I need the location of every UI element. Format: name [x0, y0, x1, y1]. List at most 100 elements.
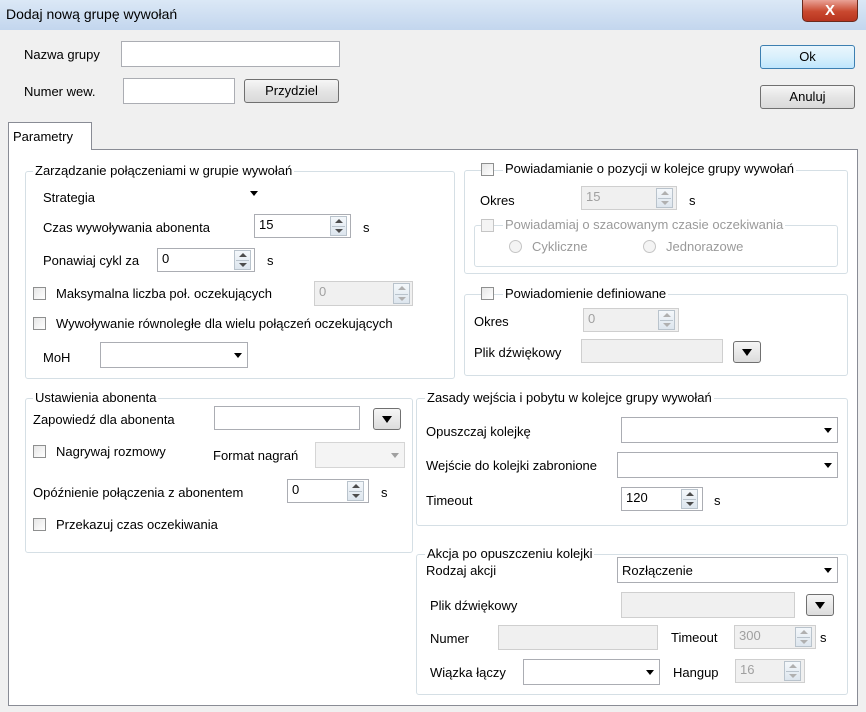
pass-wait-label: Przekazuj czas oczekiwania	[56, 517, 218, 532]
ring-time-unit: s	[363, 220, 370, 235]
strategy-label: Strategia	[43, 190, 96, 205]
after-sound-button[interactable]	[806, 594, 834, 616]
spin-down-icon	[800, 640, 808, 644]
strategy-select[interactable]	[115, 184, 263, 208]
ext-number-label: Numer wew.	[24, 84, 96, 99]
after-sound-input[interactable]	[621, 592, 795, 618]
ring-time-spinner[interactable]	[330, 216, 347, 236]
call-management-legend: Zarządzanie połączeniami w grupie wywoła…	[33, 163, 295, 178]
announce-input[interactable]	[214, 406, 360, 430]
tab-parameters[interactable]: Parametry	[8, 122, 92, 150]
spin-down-icon	[686, 502, 694, 506]
cancel-button[interactable]: Anuluj	[760, 85, 855, 109]
queue-timeout-unit: s	[714, 493, 721, 508]
group-name-input[interactable]	[121, 41, 340, 67]
hangup-label: Hangup	[673, 665, 719, 680]
chevron-down-icon	[391, 453, 399, 458]
chevron-down-icon	[234, 353, 242, 358]
cyclic-label: Cykliczne	[532, 239, 588, 254]
close-button[interactable]: X	[802, 0, 858, 22]
oneshot-label: Jednorazowe	[666, 239, 744, 254]
spin-up-icon	[398, 286, 406, 290]
position-notify-checkbox[interactable]	[481, 163, 494, 176]
max-waiting-checkbox[interactable]	[33, 287, 46, 300]
oneshot-radio[interactable]	[643, 240, 656, 253]
moh-select[interactable]	[100, 342, 248, 368]
trunk-label: Wiązka łączy	[430, 665, 506, 680]
position-period-unit: s	[689, 193, 696, 208]
record-calls-label: Nagrywaj rozmowy	[56, 444, 166, 459]
chevron-down-icon	[250, 191, 258, 196]
after-timeout-label: Timeout	[671, 630, 718, 645]
spin-down-icon	[789, 674, 797, 678]
delay-label: Opóźnienie połączenia z abonentem	[33, 485, 244, 500]
cyclic-radio[interactable]	[509, 240, 522, 253]
leave-queue-label: Opuszczaj kolejkę	[426, 424, 531, 439]
retry-label: Ponawiaj cykl za	[43, 253, 140, 268]
chevron-down-icon	[742, 349, 752, 356]
entry-forbidden-select[interactable]	[617, 452, 838, 478]
spin-down-icon	[663, 323, 671, 327]
assign-button[interactable]: Przydziel	[244, 79, 339, 103]
retry-spinner[interactable]	[234, 250, 251, 270]
spin-up-icon	[800, 630, 808, 634]
after-timeout-unit: s	[820, 630, 827, 645]
spin-down-icon	[352, 494, 360, 498]
spin-down-icon	[335, 229, 343, 233]
delay-unit: s	[381, 485, 388, 500]
defined-period-label: Okres	[474, 314, 509, 329]
defined-period-spinner[interactable]	[658, 310, 675, 330]
entry-forbidden-label: Wejście do kolejki zabronione	[426, 458, 598, 473]
leave-queue-select[interactable]	[621, 417, 838, 443]
queue-timeout-spinner[interactable]	[681, 489, 698, 509]
action-type-select[interactable]: Rozłączenie	[617, 557, 838, 583]
announce-button[interactable]	[373, 408, 401, 430]
after-sound-label: Plik dźwiękowy	[430, 598, 518, 613]
defined-notify-legend: Powiadomienie definiowane	[503, 286, 669, 301]
after-leave-legend: Akcja po opuszczeniu kolejki	[425, 546, 595, 561]
defined-sound-label: Plik dźwiękowy	[474, 345, 562, 360]
position-period-spinner[interactable]	[656, 188, 673, 208]
group-defined-notify	[464, 294, 848, 376]
delay-spinner[interactable]	[347, 481, 364, 501]
defined-sound-button[interactable]	[733, 341, 761, 363]
after-timeout-spinner[interactable]	[795, 627, 812, 647]
trunk-select[interactable]	[523, 659, 660, 685]
format-select[interactable]	[315, 442, 405, 468]
chevron-down-icon	[646, 670, 654, 675]
action-type-label: Rodzaj akcji	[426, 563, 497, 578]
retry-unit: s	[267, 253, 274, 268]
queue-rules-legend: Zasady wejścia i pobytu w kolejce grupy …	[425, 390, 714, 405]
pass-wait-checkbox[interactable]	[33, 518, 46, 531]
record-calls-checkbox[interactable]	[33, 445, 46, 458]
chevron-down-icon	[815, 602, 825, 609]
spin-up-icon	[352, 484, 360, 488]
format-label: Format nagrań	[213, 448, 299, 463]
spin-up-icon	[335, 219, 343, 223]
ok-button[interactable]: Ok	[760, 45, 855, 69]
defined-sound-input[interactable]	[581, 339, 723, 363]
parallel-calls-label: Wywoływanie równoległe dla wielu połącze…	[56, 316, 393, 331]
spin-up-icon	[663, 313, 671, 317]
subscriber-legend: Ustawienia abonenta	[33, 390, 159, 405]
group-name-label: Nazwa grupy	[24, 47, 100, 62]
spin-up-icon	[661, 191, 669, 195]
estimated-wait-checkbox[interactable]	[481, 219, 494, 232]
chevron-down-icon	[824, 463, 832, 468]
queue-timeout-label: Timeout	[426, 493, 473, 508]
chevron-down-icon	[382, 416, 392, 423]
position-period-label: Okres	[480, 193, 515, 208]
window-title: Dodaj nową grupę wywołań	[6, 6, 178, 22]
hangup-spinner[interactable]	[784, 661, 801, 681]
max-waiting-spinner[interactable]	[393, 283, 410, 304]
defined-notify-checkbox[interactable]	[481, 287, 494, 300]
title-bar[interactable]: Dodaj nową grupę wywołań X	[0, 0, 866, 30]
spin-up-icon	[789, 664, 797, 668]
spin-down-icon	[239, 263, 247, 267]
spin-down-icon	[661, 201, 669, 205]
parallel-calls-checkbox[interactable]	[33, 317, 46, 330]
moh-label: MoH	[43, 350, 71, 365]
number-input[interactable]	[498, 625, 658, 650]
estimated-wait-legend: Powiadamiaj o szacowanym czasie oczekiwa…	[503, 217, 786, 232]
ext-number-input[interactable]	[123, 78, 235, 104]
